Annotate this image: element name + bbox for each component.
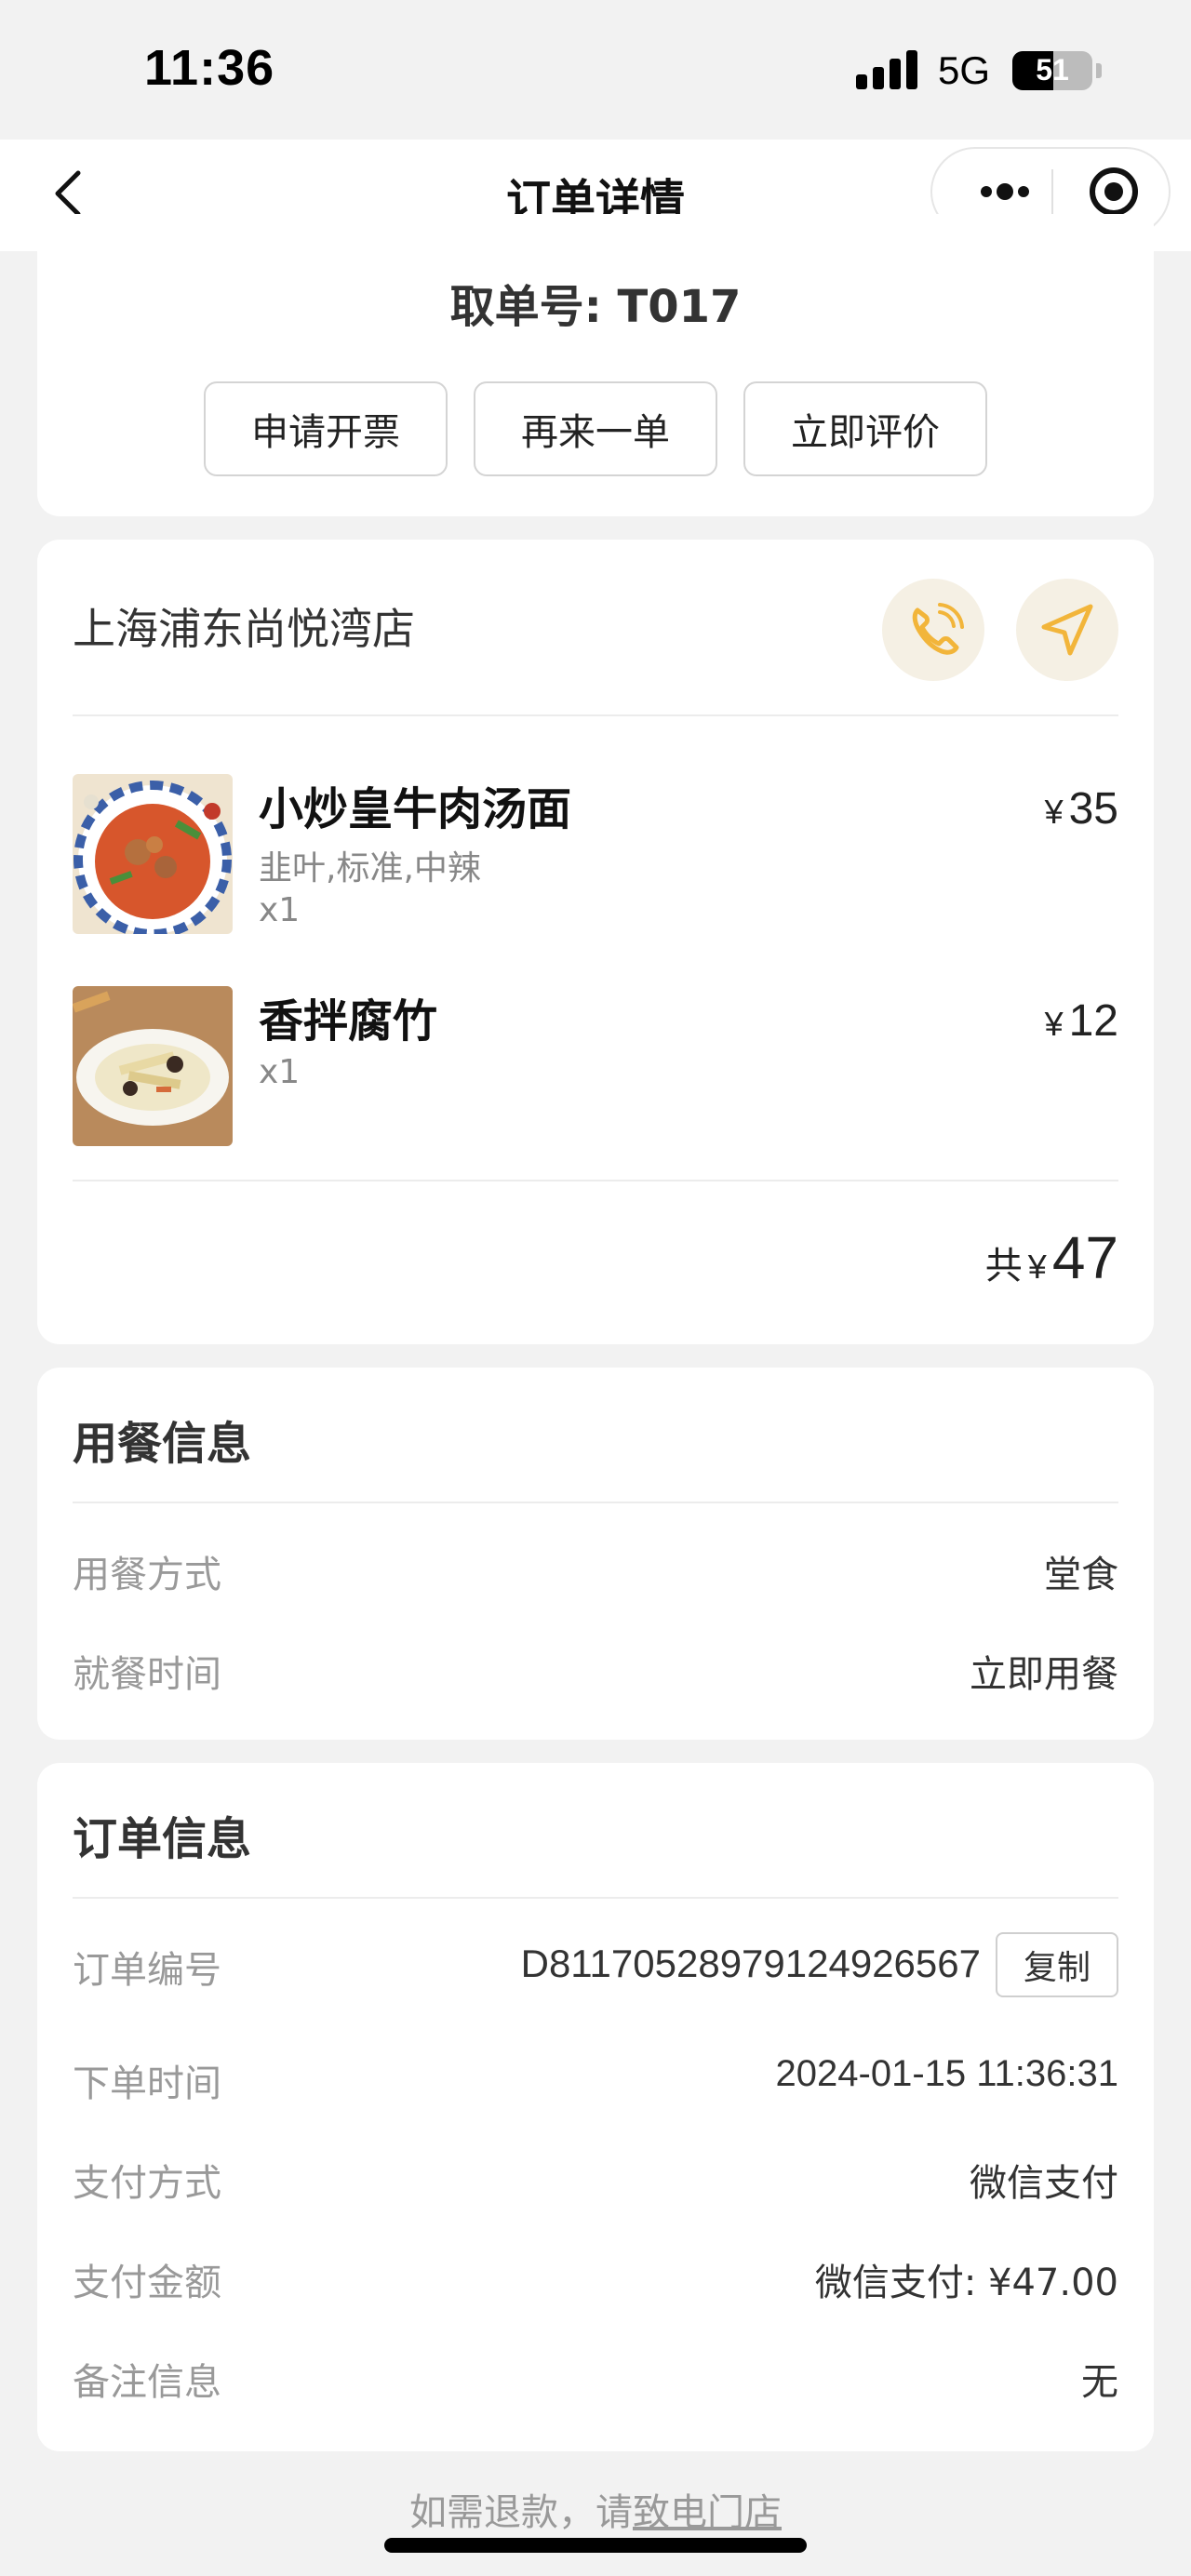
refund-note: 如需退款，请致电门店 (0, 2482, 1191, 2536)
row-label: 备注信息 (73, 2361, 221, 2404)
dine-info-card: 用餐信息 用餐方式 堂食 就餐时间 立即用餐 (37, 1368, 1154, 1740)
section-title: 订单信息 (73, 1813, 252, 1865)
row-label: 支付方式 (73, 2162, 221, 2205)
row-value: 微信支付 (970, 2162, 1118, 2205)
item-photo-tofu-skin[interactable] (73, 986, 233, 1146)
row-label: 订单编号 (73, 1949, 221, 1992)
navigate-button[interactable] (1016, 579, 1118, 681)
network-label: 5G (938, 48, 991, 92)
row-label: 下单时间 (73, 2062, 221, 2105)
capsule-divider (1051, 169, 1053, 216)
store-name: 上海浦东尚悦湾店 (73, 604, 415, 654)
info-row: 就餐时间 立即用餐 (73, 1644, 1118, 1700)
order-info-card: 订单信息 订单编号 D8117052897912492656​7 复制 下单时间… (37, 1763, 1154, 2451)
item-name: 香拌腐竹 (259, 995, 438, 1048)
item-price: ¥12 (1045, 995, 1118, 1047)
call-store-link[interactable]: 致电门店 (633, 2491, 782, 2534)
status-time: 11:36 (144, 40, 275, 96)
order-actions: 申请开票 再来一单 立即评价 (37, 381, 1154, 476)
divider (73, 714, 1118, 716)
reorder-button[interactable]: 再来一单 (474, 381, 717, 476)
battery-tip (1096, 63, 1102, 78)
store-card: 上海浦东尚悦湾店 小炒皇牛肉汤面 韭叶,标准,中辣 x1 ¥ 35 香拌腐竹 x… (37, 540, 1154, 1344)
pickup-number: 取单号: T017 (449, 281, 742, 333)
refund-text: 如需退款，请 (409, 2491, 633, 2534)
navigation-arrow-icon (1041, 604, 1093, 656)
price-value: 35 (1068, 784, 1118, 834)
info-row: 用餐方式 堂食 (73, 1544, 1118, 1600)
pickup-card: 取单号: T017 申请开票 再来一单 立即评价 (37, 214, 1154, 516)
row-value: 微信支付: ¥47.00 (814, 2262, 1118, 2304)
info-row: 备注信息 无 (73, 2352, 1118, 2408)
invoice-button[interactable]: 申请开票 (204, 381, 448, 476)
section-title: 用餐信息 (73, 1418, 252, 1470)
review-button[interactable]: 立即评价 (743, 381, 987, 476)
row-label: 就餐时间 (73, 1653, 221, 1696)
row-value: 无 (1081, 2361, 1118, 2404)
divider (73, 1180, 1118, 1181)
battery-icon: 51 (1012, 51, 1092, 90)
info-row: 支付金额 微信支付: ¥47.00 (73, 2252, 1118, 2308)
phone-icon (912, 603, 964, 655)
home-indicator (384, 2538, 807, 2553)
total-amount: 47 (1051, 1224, 1118, 1291)
item-name: 小炒皇牛肉汤面 (259, 783, 572, 835)
currency-symbol: ¥ (1044, 1005, 1064, 1043)
total-currency: ¥ (1027, 1248, 1047, 1286)
copy-button[interactable]: 复制 (996, 1932, 1118, 1997)
row-value: 立即用餐 (970, 1653, 1118, 1696)
item-quantity: x1 (259, 891, 301, 929)
order-item: 香拌腐竹 x1 ¥12 (73, 986, 1118, 1149)
divider (73, 1502, 1118, 1503)
row-label: 用餐方式 (73, 1554, 221, 1596)
item-photo-noodle[interactable] (73, 774, 233, 934)
status-bar: 11:36 5G 51 (0, 0, 1191, 140)
order-number: D8117052897912492656​7 (520, 1942, 981, 1985)
item-price: ¥35 (1045, 783, 1118, 834)
info-row: 支付方式 微信支付 (73, 2153, 1118, 2209)
order-number-row: 订单编号 D8117052897912492656​7 复制 (73, 1932, 1118, 1997)
row-label: 支付金额 (73, 2262, 221, 2304)
call-store-button[interactable] (882, 579, 984, 681)
item-spec: 韭叶,标准,中辣 (259, 849, 481, 888)
price-value: 12 (1068, 996, 1118, 1046)
signal-icon (856, 48, 917, 89)
item-quantity: x1 (259, 1053, 301, 1091)
divider (73, 1897, 1118, 1899)
row-value: 堂食 (1044, 1554, 1118, 1596)
order-item: 小炒皇牛肉汤面 韭叶,标准,中辣 x1 ¥35 (73, 774, 1118, 937)
battery-percent: 51 (1036, 53, 1069, 87)
row-value: 2024-01-15 11:36:31 (775, 2053, 1118, 2094)
total-label: 共 (984, 1245, 1023, 1288)
currency-symbol: ¥ (1044, 793, 1064, 831)
order-total: 共 ¥47 (985, 1223, 1118, 1292)
info-row: 下单时间 2024-01-15 11:36:31 (73, 2053, 1118, 2109)
